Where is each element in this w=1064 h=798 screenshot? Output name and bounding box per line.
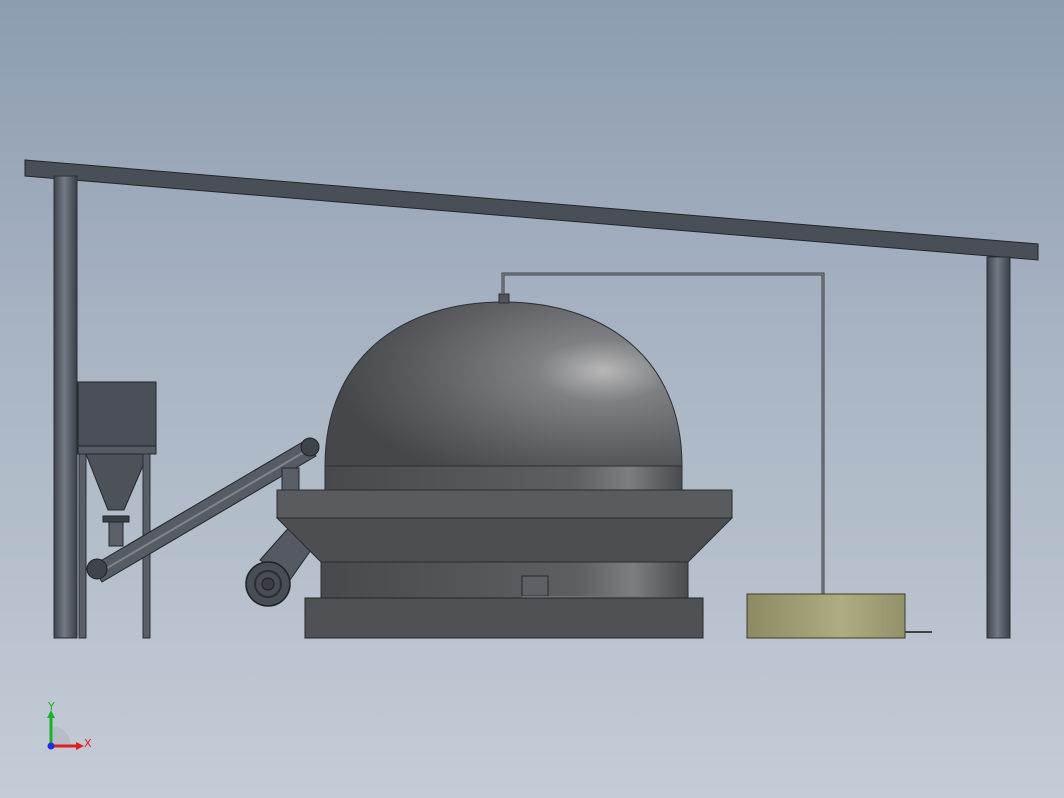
access-port[interactable] <box>521 575 549 597</box>
right-support-column[interactable] <box>986 256 1011 639</box>
reactor-cone[interactable] <box>275 517 734 563</box>
reactor-dome[interactable] <box>324 301 683 467</box>
reactor-flange[interactable] <box>276 489 733 519</box>
model-scene[interactable] <box>0 0 1064 798</box>
left-support-column[interactable] <box>53 175 78 639</box>
roof-beam[interactable] <box>24 159 1039 261</box>
coordinate-triad: X Y <box>47 700 92 750</box>
dome-skirt[interactable] <box>324 465 683 491</box>
reactor-plinth[interactable] <box>304 597 704 639</box>
feed-hopper[interactable] <box>77 381 157 639</box>
cad-viewport[interactable]: X Y <box>0 0 1064 798</box>
z-axis-dot <box>47 742 55 750</box>
x-axis-label: X <box>84 737 92 750</box>
reactor-base-cylinder[interactable] <box>320 561 689 599</box>
y-axis-label: Y <box>47 700 55 713</box>
collection-tank[interactable] <box>746 593 906 639</box>
